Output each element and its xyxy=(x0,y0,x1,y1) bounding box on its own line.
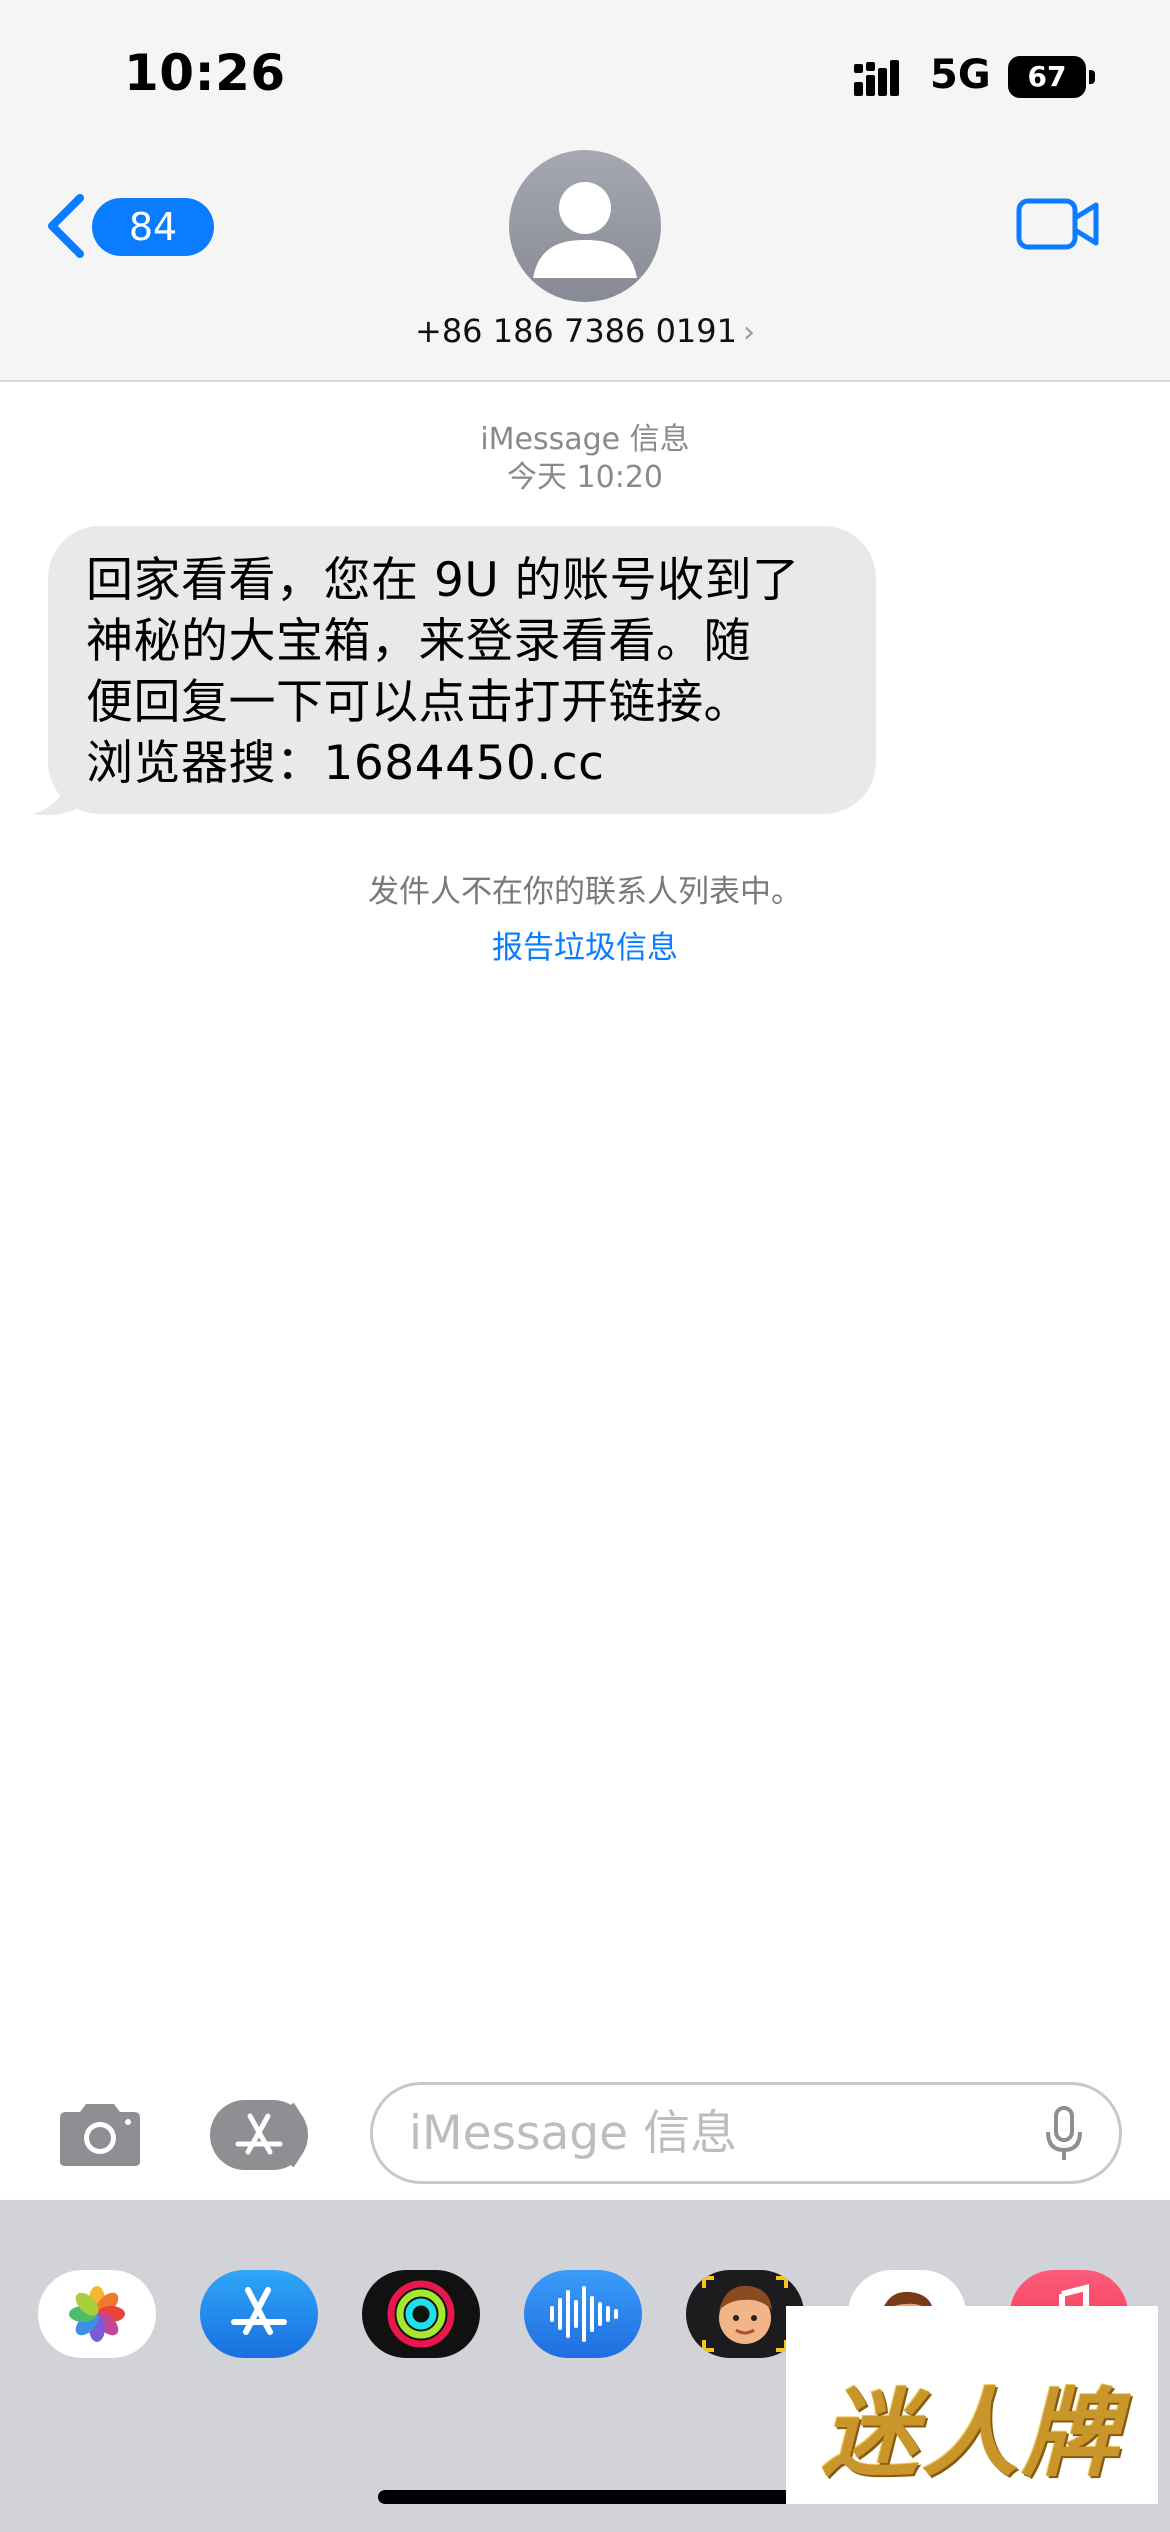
incoming-message-bubble[interactable]: 回家看看，您在 9U 的账号收到了 神秘的大宝箱，来登录看看。随 便回复一下可以… xyxy=(48,526,876,814)
imessage-input[interactable] xyxy=(370,2082,1122,2184)
contact-avatar[interactable] xyxy=(509,150,661,302)
message-timestamp: 今天 10:20 xyxy=(507,460,663,495)
app-store-icon[interactable] xyxy=(200,2270,318,2358)
watermark-logo: 迷人牌 xyxy=(786,2306,1158,2504)
messages-screen: 10:26 5G 67 84 +86 186 7386 0191 › iMess… xyxy=(0,0,1170,2532)
contact-phone-number: +86 186 7386 0191 xyxy=(415,312,737,350)
back-button[interactable]: 84 xyxy=(44,186,214,266)
network-type: 5G xyxy=(930,52,991,98)
home-indicator[interactable] xyxy=(378,2490,792,2504)
message-line: 便回复一下可以点击打开链接。 xyxy=(86,675,751,730)
unknown-sender-notice: 发件人不在你的联系人列表中。 xyxy=(368,874,802,910)
photos-icon[interactable] xyxy=(38,2270,156,2358)
conversation-header: 10:26 5G 67 84 +86 186 7386 0191 › xyxy=(0,0,1170,382)
camera-icon[interactable] xyxy=(54,2100,146,2170)
watermark-text: 迷人牌 xyxy=(822,2378,1122,2490)
battery-tip xyxy=(1089,70,1095,84)
message-line: 回家看看，您在 9U 的账号收到了 xyxy=(86,553,800,608)
audio-message-icon[interactable] xyxy=(524,2270,642,2358)
battery-indicator: 67 xyxy=(1008,56,1086,98)
microphone-icon[interactable] xyxy=(1044,2106,1084,2162)
app-store-apps-icon[interactable] xyxy=(208,2098,320,2172)
facetime-video-icon[interactable] xyxy=(1016,196,1100,252)
chevron-right-icon: › xyxy=(743,315,755,350)
message-line: 浏览器搜：1684450.cc xyxy=(86,736,605,791)
person-silhouette-icon xyxy=(533,182,637,278)
cellular-signal-icon xyxy=(854,60,899,96)
message-line: 神秘的大宝箱，来登录看看。随 xyxy=(86,614,751,669)
status-time: 10:26 xyxy=(124,44,286,102)
report-junk-link[interactable]: 报告垃圾信息 xyxy=(0,922,1170,967)
activity-icon[interactable] xyxy=(362,2270,480,2358)
contact-name[interactable]: +86 186 7386 0191 › xyxy=(0,312,1170,350)
chevron-left-icon xyxy=(48,194,84,258)
service-label: iMessage 信息 xyxy=(480,422,690,457)
unread-count-badge: 84 xyxy=(92,198,214,256)
